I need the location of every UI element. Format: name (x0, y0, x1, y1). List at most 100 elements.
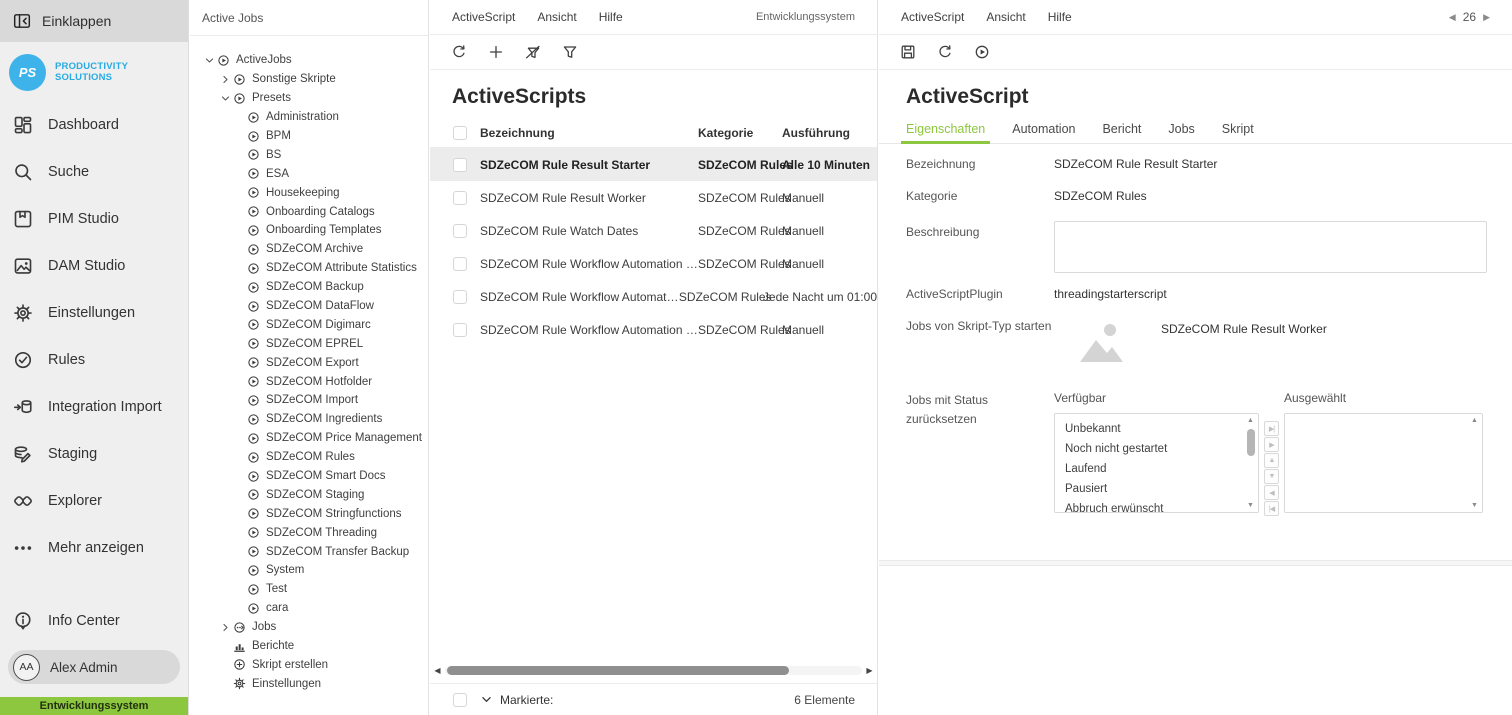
scroll-right-arrow[interactable]: ▶ (865, 664, 874, 677)
tree-node[interactable]: Onboarding Templates (190, 221, 428, 240)
scroll-down-arrow[interactable]: ▼ (1247, 500, 1254, 511)
sidebar-nav-item[interactable]: Integration Import (0, 383, 188, 430)
tree-node[interactable]: SDZeCOM Rules (190, 448, 428, 467)
listbox-option[interactable]: Abbruch erwünscht (1065, 499, 1242, 513)
table-row[interactable]: SDZeCOM Rule Workflow Automation Starter… (430, 280, 877, 313)
expander-icon[interactable] (218, 93, 233, 104)
detail-tab[interactable]: Jobs (1168, 122, 1194, 143)
select-all-checkbox[interactable] (453, 126, 467, 140)
listbox-option[interactable]: Pausiert (1065, 479, 1242, 499)
sidebar-item-info-center[interactable]: Info Center (0, 597, 188, 644)
row-checkbox[interactable] (453, 158, 467, 172)
expander-icon[interactable] (218, 74, 233, 85)
tree-node[interactable]: Jobs (190, 618, 428, 637)
row-checkbox[interactable] (453, 290, 467, 304)
menu-activescript[interactable]: ActiveScript (452, 10, 515, 24)
move-down-button[interactable]: ▼ (1264, 469, 1279, 484)
selected-listbox[interactable]: ▲ ▼ (1284, 413, 1483, 513)
sidebar-nav-item[interactable]: Suche (0, 148, 188, 195)
detail-tab[interactable]: Bericht (1102, 122, 1141, 143)
user-menu[interactable]: AA Alex Admin (8, 650, 180, 684)
clear-filter-button[interactable] (521, 40, 545, 64)
tree-node[interactable]: SDZeCOM Import (190, 391, 428, 410)
tree-node[interactable]: Berichte (190, 637, 428, 656)
expander-icon[interactable] (218, 678, 233, 689)
row-checkbox[interactable] (453, 191, 467, 205)
expander-icon[interactable] (202, 55, 217, 66)
tree-node[interactable]: SDZeCOM Threading (190, 523, 428, 542)
tree-node[interactable]: SDZeCOM Attribute Statistics (190, 259, 428, 278)
save-button[interactable] (896, 40, 920, 64)
row-checkbox[interactable] (453, 224, 467, 238)
sidebar-nav-item[interactable]: Mehr anzeigen (0, 524, 188, 571)
tree-node[interactable]: SDZeCOM Backup (190, 278, 428, 297)
tree-node[interactable]: Presets (190, 89, 428, 108)
collapse-sidebar-button[interactable]: Einklappen (0, 0, 188, 42)
refresh-button[interactable] (447, 40, 471, 64)
scroll-left-arrow[interactable]: ◀ (433, 664, 442, 677)
sidebar-nav-item[interactable]: Einstellungen (0, 289, 188, 336)
table-row[interactable]: SDZeCOM Rule Watch Dates SDZeCOM Rules M… (430, 214, 877, 247)
detail-tab[interactable]: Automation (1012, 122, 1075, 143)
scrollbar-track[interactable] (445, 666, 862, 675)
run-button[interactable] (970, 40, 994, 64)
tree-node[interactable]: SDZeCOM Export (190, 353, 428, 372)
expander-icon[interactable] (218, 659, 233, 670)
listbox-option[interactable]: Laufend (1065, 459, 1242, 479)
sidebar-nav-item[interactable]: PIM Studio (0, 195, 188, 242)
row-checkbox[interactable] (453, 323, 467, 337)
scroll-up-arrow[interactable]: ▲ (1247, 415, 1254, 426)
script-thumbnail-placeholder-icon[interactable] (1076, 319, 1128, 366)
scrollbar-thumb[interactable] (1247, 429, 1255, 456)
tree-node[interactable]: ESA (190, 164, 428, 183)
refresh-button[interactable] (933, 40, 957, 64)
menu-hilfe[interactable]: Hilfe (1048, 10, 1072, 24)
tree-node[interactable]: Test (190, 580, 428, 599)
tree-node[interactable]: Onboarding Catalogs (190, 202, 428, 221)
expander-icon[interactable] (218, 641, 233, 652)
tree-node[interactable]: Administration (190, 108, 428, 127)
sidebar-nav-item[interactable]: DAM Studio (0, 242, 188, 289)
column-header-execution[interactable]: Ausführung (782, 126, 877, 140)
listbox-option[interactable]: Unbekannt (1065, 419, 1242, 439)
tree-node[interactable]: SDZeCOM Ingredients (190, 410, 428, 429)
tree-node[interactable]: cara (190, 599, 428, 618)
tree-node[interactable]: SDZeCOM Smart Docs (190, 467, 428, 486)
sidebar-nav-item[interactable]: Rules (0, 336, 188, 383)
tree-node[interactable]: SDZeCOM Transfer Backup (190, 542, 428, 561)
listbox-option[interactable]: Noch nicht gestartet (1065, 439, 1242, 459)
tree-node[interactable]: SDZeCOM Hotfolder (190, 372, 428, 391)
tree-node[interactable]: BS (190, 145, 428, 164)
sidebar-nav-item[interactable]: Staging (0, 430, 188, 477)
column-header-category[interactable]: Kategorie (698, 126, 782, 140)
tree-node[interactable]: SDZeCOM Archive (190, 240, 428, 259)
tree-node[interactable]: SDZeCOM Staging (190, 485, 428, 504)
column-header-name[interactable]: Bezeichnung (480, 126, 698, 140)
next-record-arrow[interactable]: ▶ (1483, 12, 1490, 23)
tree-node[interactable]: Sonstige Skripte (190, 70, 428, 89)
sidebar-nav-item[interactable]: Explorer (0, 477, 188, 524)
expander-icon[interactable] (218, 622, 233, 633)
tree-node[interactable]: ActiveJobs (190, 51, 428, 70)
move-left-button[interactable]: ◀ (1264, 485, 1279, 500)
move-all-right-button[interactable]: ▶| (1264, 421, 1279, 436)
scroll-up-arrow[interactable]: ▲ (1471, 415, 1478, 426)
menu-activescript[interactable]: ActiveScript (901, 10, 964, 24)
tree-node[interactable]: Housekeeping (190, 183, 428, 202)
tree-node[interactable]: SDZeCOM DataFlow (190, 297, 428, 316)
tree-node[interactable]: SDZeCOM Price Management (190, 429, 428, 448)
chevron-down-icon[interactable] (480, 693, 493, 706)
sidebar-nav-item[interactable]: Dashboard (0, 101, 188, 148)
filter-button[interactable] (558, 40, 582, 64)
scroll-down-arrow[interactable]: ▼ (1471, 500, 1478, 511)
table-row[interactable]: SDZeCOM Rule Result Starter SDZeCOM Rule… (430, 148, 877, 181)
available-listbox[interactable]: Unbekannt Noch nicht gestartet Laufend P… (1054, 413, 1259, 513)
move-right-button[interactable]: ▶ (1264, 437, 1279, 452)
move-up-button[interactable]: ▲ (1264, 453, 1279, 468)
add-button[interactable] (484, 40, 508, 64)
footer-checkbox[interactable] (453, 693, 467, 707)
tree-node[interactable]: Skript erstellen (190, 656, 428, 675)
tree-node[interactable]: SDZeCOM Digimarc (190, 315, 428, 334)
move-all-left-button[interactable]: |◀ (1264, 501, 1279, 516)
menu-ansicht[interactable]: Ansicht (537, 10, 576, 24)
